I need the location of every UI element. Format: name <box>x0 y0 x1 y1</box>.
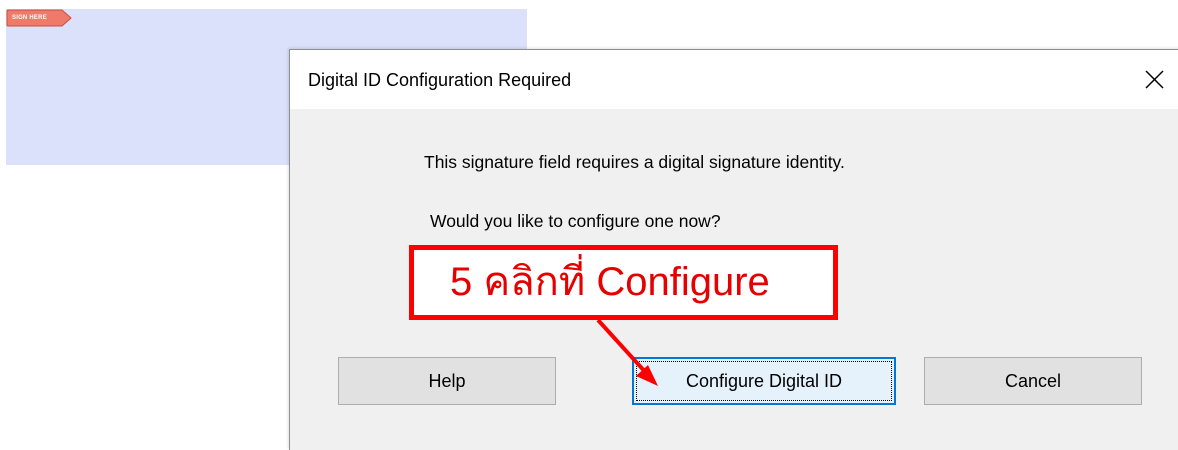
annotation-callout: 5 คลิกที่ Configure <box>409 245 838 320</box>
dialog-title: Digital ID Configuration Required <box>308 70 572 90</box>
cancel-button[interactable]: Cancel <box>924 357 1142 405</box>
help-button[interactable]: Help <box>338 357 556 405</box>
dialog-titlebar: Digital ID Configuration Required <box>290 50 1178 109</box>
sign-here-label: SIGN HERE <box>12 15 47 21</box>
close-icon <box>1145 70 1164 89</box>
annotation-text: 5 คลิกที่ Configure <box>450 260 770 304</box>
message-line-1: This signature field requires a digital … <box>424 152 845 172</box>
close-button[interactable] <box>1130 50 1178 109</box>
sign-here-tag[interactable]: SIGN HERE <box>6 9 72 27</box>
configure-digital-id-label: Configure Digital ID <box>685 370 843 391</box>
configure-digital-id-button[interactable]: Configure Digital ID <box>632 357 896 405</box>
message-line-2: Would you like to configure one now? <box>430 211 721 231</box>
